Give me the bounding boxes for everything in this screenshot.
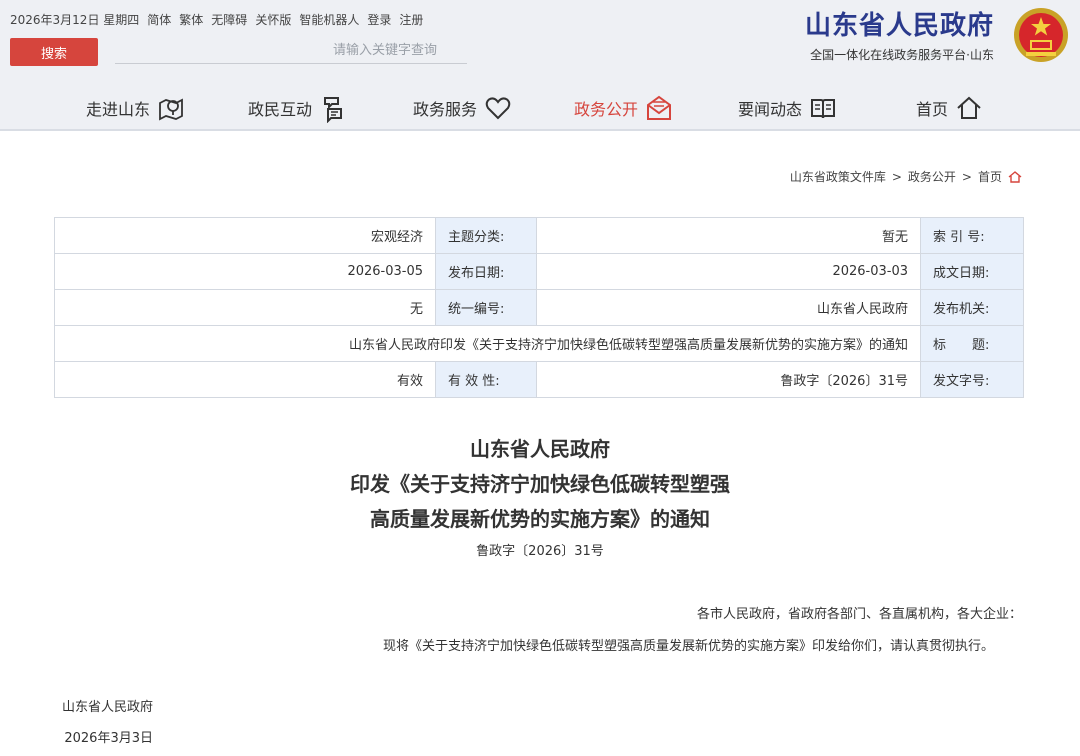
home-icon — [1008, 170, 1022, 183]
open-mail-icon — [647, 95, 672, 120]
site-brand[interactable]: 山东省人民政府 全国一体化在线政务服务平台·山东 — [805, 10, 994, 63]
site-subtitle: 全国一体化在线政务服务平台·山东 — [810, 48, 994, 62]
document-title-line: 高质量发展新优势的实施方案》的通知 — [370, 507, 710, 531]
main-nav: 首页 要闻动态 政务公开 政务服务 政民互动 走进山东 — [0, 88, 1080, 128]
nav-item-label: 政务公开 — [574, 100, 639, 119]
meta-label: 标 题: — [920, 325, 1024, 362]
nav-item-label: 首页 — [916, 100, 949, 119]
meta-label: 发布机关: — [920, 289, 1024, 326]
meta-label: 索 引 号: — [920, 217, 1024, 254]
breadcrumb-sep: > — [961, 169, 972, 184]
meta-value: 无 — [54, 289, 436, 326]
utility-links: 2026年3月12日 星期四 简体 繁体 无障碍 关怀版 智能机器人 登录 注册 — [10, 11, 423, 28]
table-row: 宏观经济 主题分类: 暂无 索 引 号: — [54, 217, 1024, 254]
search-input[interactable] — [115, 38, 467, 64]
book-icon — [811, 99, 836, 119]
table-row: 2026-03-05 发布日期: 2026-03-03 成文日期: — [54, 253, 1024, 290]
meta-title-value: 山东省人民政府印发《关于支持济宁加快绿色低碳转型塑强高质量发展新优势的实施方案》… — [54, 325, 921, 362]
document-body-paragraph: 现将《关于支持济宁加快绿色低碳转型塑强高质量发展新优势的实施方案》印发给你们，请… — [382, 639, 994, 654]
breadcrumb-sep: > — [891, 169, 902, 184]
utility-link-register[interactable]: 注册 — [399, 11, 423, 28]
meta-label: 发布日期: — [435, 253, 537, 290]
meta-value: 2026-03-05 — [54, 253, 436, 290]
home-icon — [957, 96, 981, 119]
document-metadata-table: 宏观经济 主题分类: 暂无 索 引 号: 2026-03-05 发布日期: 20… — [54, 217, 1024, 398]
utility-link-robot[interactable]: 智能机器人 — [299, 11, 359, 28]
document-salutation: 各市人民政府，省政府各部门、各直属机构，各大企业： — [696, 607, 1022, 622]
meta-label: 发文字号: — [920, 361, 1024, 398]
nav-item-home[interactable]: 首页 — [916, 88, 984, 128]
nav-item-label: 走进山东 — [86, 100, 151, 119]
meta-label: 有 效 性: — [435, 361, 537, 398]
map-pin-icon — [159, 98, 183, 121]
document-title: 山东省人民政府 印发《关于支持济宁加快绿色低碳转型塑强 高质量发展新优势的实施方… — [0, 432, 1080, 537]
utility-link-simplified[interactable]: 简体 — [147, 11, 171, 28]
meta-value: 宏观经济 — [54, 217, 436, 254]
table-row: 无 统一编号: 山东省人民政府 发布机关: — [54, 289, 1024, 326]
meta-label: 统一编号: — [435, 289, 537, 326]
nav-item-label: 政民互动 — [248, 100, 313, 119]
breadcrumb-home[interactable]: 首页 — [978, 168, 1002, 185]
utility-link-login[interactable]: 登录 — [367, 11, 391, 28]
table-row: 山东省人民政府印发《关于支持济宁加快绿色低碳转型塑强高质量发展新优势的实施方案》… — [54, 325, 1024, 362]
nav-item-gov-open[interactable]: 政务公开 — [574, 88, 674, 128]
site-title: 山东省人民政府 — [804, 11, 994, 41]
utility-link-care-mode[interactable]: 关怀版 — [255, 11, 291, 28]
breadcrumb: 山东省政策文件库 > 政务公开 > 首页 — [790, 168, 1022, 185]
document-signer: 山东省人民政府 — [61, 700, 153, 715]
utility-date: 2026年3月12日 星期四 — [10, 13, 140, 27]
meta-value: 2026-03-03 — [536, 253, 921, 290]
meta-value: 山东省人民政府 — [536, 289, 921, 326]
nav-item-news[interactable]: 要闻动态 — [738, 88, 838, 128]
meta-label: 主题分类: — [435, 217, 537, 254]
meta-validity-value: 有效 — [54, 361, 436, 398]
nav-item-label: 要闻动态 — [738, 100, 803, 119]
nav-item-interaction[interactable]: 政民互动 — [248, 88, 348, 128]
meta-label: 成文日期: — [920, 253, 1024, 290]
meta-value: 暂无 — [536, 217, 921, 254]
meta-value: 鲁政字〔2026〕31号 — [536, 361, 921, 398]
national-emblem-icon — [1014, 8, 1068, 62]
heart-icon — [485, 97, 511, 120]
breadcrumb-level2[interactable]: 山东省政策文件库 — [790, 168, 886, 185]
interaction-icon — [324, 97, 343, 123]
nav-item-about-shandong[interactable]: 走进山东 — [86, 88, 186, 128]
nav-item-gov-service[interactable]: 政务服务 — [413, 88, 513, 128]
utility-link-traditional[interactable]: 繁体 — [179, 11, 203, 28]
document-date: 2026年3月3日 — [64, 731, 153, 746]
utility-link-accessibility[interactable]: 无障碍 — [211, 11, 247, 28]
document-number: 鲁政字〔2026〕31号 — [476, 544, 604, 559]
table-row: 有效 有 效 性: 鲁政字〔2026〕31号 发文字号: — [54, 361, 1024, 398]
breadcrumb-level1[interactable]: 政务公开 — [908, 168, 956, 185]
document-title-line: 山东省人民政府 — [470, 437, 610, 461]
nav-item-label: 政务服务 — [413, 100, 478, 119]
document-title-line: 印发《关于支持济宁加快绿色低碳转型塑强 — [350, 472, 730, 496]
header-divider — [0, 129, 1080, 131]
search-button[interactable]: 搜索 — [10, 38, 98, 66]
